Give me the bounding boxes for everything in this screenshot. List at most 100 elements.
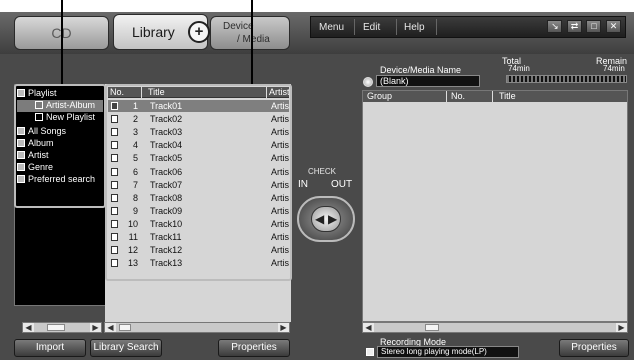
scroll-left-icon[interactable]: ◀ bbox=[363, 323, 374, 332]
plus-icon[interactable]: + bbox=[188, 21, 210, 43]
table-row[interactable]: 11 Track11 Artist bbox=[108, 231, 289, 243]
column-header-artist[interactable]: Artist bbox=[269, 87, 289, 98]
scroll-right-icon[interactable]: ▶ bbox=[90, 323, 101, 332]
table-row[interactable]: 5 Track05 Artist bbox=[108, 152, 289, 164]
track-artist: Artist bbox=[271, 232, 289, 242]
music-track-icon bbox=[111, 167, 118, 176]
music-track-icon bbox=[111, 219, 118, 228]
tree-item-label: All Songs bbox=[28, 126, 67, 136]
tree-item-album[interactable]: Album bbox=[17, 138, 103, 150]
tree-item-label: Playlist bbox=[28, 88, 57, 98]
maximize-icon[interactable]: □ bbox=[586, 20, 602, 33]
music-track-icon bbox=[111, 154, 118, 163]
scroll-right-icon[interactable]: ▶ bbox=[278, 323, 289, 332]
column-divider bbox=[266, 87, 267, 98]
import-button[interactable]: Import bbox=[14, 339, 86, 357]
table-row[interactable]: 10 Track10 Artist bbox=[108, 218, 289, 230]
device-media-mode-button[interactable]: Device / Media bbox=[210, 16, 290, 50]
check-out-arrow-icon[interactable]: ▶ bbox=[328, 212, 337, 226]
tree-item-preferred-search[interactable]: Preferred search bbox=[17, 174, 103, 186]
music-track-icon bbox=[111, 180, 118, 189]
tree-item-genre[interactable]: Genre bbox=[17, 162, 103, 174]
playlist-icon bbox=[35, 101, 43, 109]
playlist-icon bbox=[35, 113, 43, 121]
device-radio-button[interactable] bbox=[363, 77, 373, 87]
track-artist: Artist bbox=[271, 192, 289, 203]
track-horizontal-scrollbar[interactable]: ◀ ▶ bbox=[104, 322, 290, 333]
table-row[interactable]: 4 Track04 Artist bbox=[108, 139, 289, 151]
menu-item-menu[interactable]: Menu bbox=[319, 22, 344, 33]
table-row[interactable]: 12 Track12 Artist bbox=[108, 244, 289, 256]
column-header-no[interactable]: No. bbox=[451, 91, 465, 102]
table-row[interactable]: 1 Track01 Artist bbox=[108, 100, 289, 112]
tree-item-label: Preferred search bbox=[28, 174, 96, 184]
column-header-no[interactable]: No. bbox=[110, 87, 124, 98]
table-row[interactable]: 7 Track07 Artist bbox=[108, 179, 289, 191]
mini-mode-icon[interactable]: ↘ bbox=[547, 20, 563, 33]
device-name-label: Device/Media Name bbox=[380, 65, 462, 75]
tree-item-label: Artist bbox=[28, 150, 49, 160]
scroll-right-icon[interactable]: ▶ bbox=[616, 323, 627, 332]
table-row[interactable]: 13 Track13 Artist bbox=[108, 257, 289, 269]
tree-item-all-songs[interactable]: All Songs bbox=[17, 126, 103, 138]
track-artist: Artist bbox=[271, 166, 289, 177]
track-title: Track01 bbox=[150, 101, 183, 111]
tree-item-artist[interactable]: Artist bbox=[17, 150, 103, 162]
transfer-buttons: ◀ ▶ bbox=[311, 206, 341, 232]
library-search-button[interactable]: Library Search bbox=[90, 339, 162, 357]
recording-mode-checkbox[interactable] bbox=[366, 348, 374, 356]
scroll-left-icon[interactable]: ◀ bbox=[23, 323, 34, 332]
track-title: Track02 bbox=[150, 114, 183, 125]
device-name-field[interactable]: (Blank) bbox=[376, 75, 480, 87]
table-row[interactable]: 8 Track08 Artist bbox=[108, 192, 289, 204]
check-in-arrow-icon[interactable]: ◀ bbox=[315, 212, 324, 226]
table-row[interactable]: 9 Track09 Artist bbox=[108, 205, 289, 217]
column-header-title[interactable]: Title bbox=[499, 91, 516, 102]
properties-button-right[interactable]: Properties bbox=[559, 339, 629, 357]
track-number: 3 bbox=[132, 127, 138, 138]
track-artist: Artist bbox=[271, 245, 289, 256]
table-row[interactable]: 3 Track03 Artist bbox=[108, 126, 289, 138]
tree-item-artist-album[interactable]: Artist-Album bbox=[17, 100, 103, 112]
track-number: 8 bbox=[132, 192, 138, 203]
scrollbar-thumb[interactable] bbox=[425, 324, 439, 331]
track-title: Track12 bbox=[150, 245, 183, 256]
music-track-icon bbox=[111, 246, 118, 255]
track-number: 2 bbox=[132, 114, 138, 125]
track-artist: Artist bbox=[271, 127, 289, 138]
check-out-label: OUT bbox=[331, 179, 353, 190]
track-title: Track09 bbox=[150, 205, 183, 216]
device-horizontal-scrollbar[interactable]: ◀ ▶ bbox=[362, 322, 628, 333]
track-number: 6 bbox=[132, 166, 138, 177]
scrollbar-thumb[interactable] bbox=[119, 324, 131, 331]
track-title: Track13 bbox=[150, 258, 183, 269]
tree-item-new-playlist[interactable]: New Playlist bbox=[17, 112, 103, 124]
track-title: Track07 bbox=[150, 179, 183, 190]
track-number: 11 bbox=[128, 232, 138, 242]
track-title: Track06 bbox=[150, 166, 183, 177]
capacity-meter bbox=[506, 75, 627, 83]
tree-item-playlist[interactable]: Playlist bbox=[17, 88, 103, 100]
switch-view-icon[interactable]: ⇄ bbox=[566, 20, 582, 33]
music-track-icon bbox=[111, 233, 118, 241]
track-table-header: No. Title Artist bbox=[108, 87, 289, 98]
track-title: Track10 bbox=[150, 218, 183, 229]
tree-horizontal-scrollbar[interactable]: ◀ ▶ bbox=[22, 322, 102, 333]
recording-mode-field[interactable]: Stereo long playing mode(LP) bbox=[377, 346, 519, 358]
track-number: 13 bbox=[127, 258, 138, 269]
playlist-folder-icon bbox=[17, 89, 25, 97]
music-transfer-window: CD Library + Device / Media Menu Edit He… bbox=[0, 0, 634, 360]
menu-item-help[interactable]: Help bbox=[404, 22, 425, 33]
table-row[interactable]: 2 Track02 Artist bbox=[108, 113, 289, 125]
menu-item-edit[interactable]: Edit bbox=[363, 22, 380, 33]
column-header-group[interactable]: Group bbox=[367, 91, 392, 102]
table-row[interactable]: 6 Track06 Artist bbox=[108, 166, 289, 178]
track-artist: Artist bbox=[271, 179, 289, 190]
properties-button-left[interactable]: Properties bbox=[218, 339, 290, 357]
track-number: 9 bbox=[132, 205, 138, 216]
scrollbar-thumb[interactable] bbox=[47, 324, 65, 331]
music-track-icon bbox=[111, 193, 118, 202]
column-header-title[interactable]: Title bbox=[148, 87, 165, 98]
close-icon[interactable]: ✕ bbox=[606, 20, 621, 33]
scroll-left-icon[interactable]: ◀ bbox=[105, 323, 116, 332]
